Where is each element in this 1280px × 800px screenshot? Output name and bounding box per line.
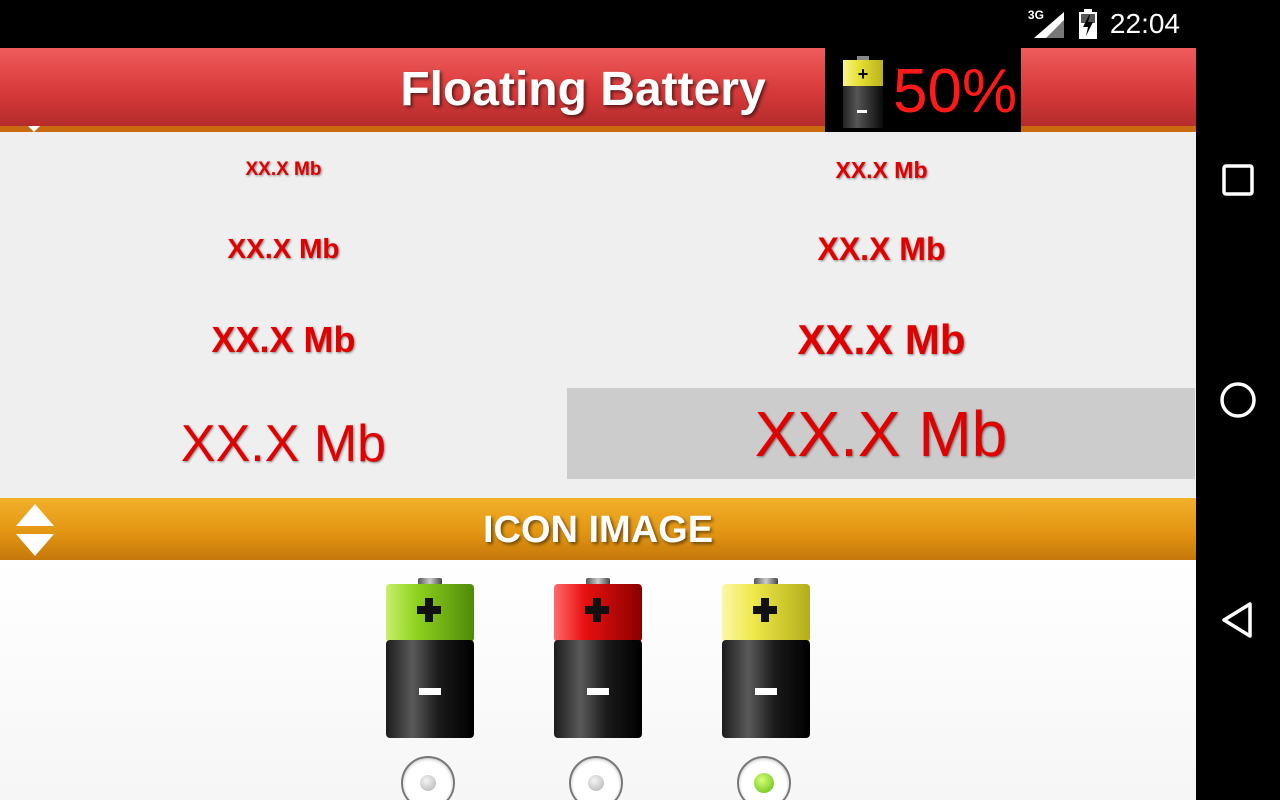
text-size-label: XX.X Mb xyxy=(211,319,356,360)
status-bar: 3G 22:04 xyxy=(0,0,1280,48)
app-screen: Floating Battery + 50% XX.X Mb XX.X Mb X… xyxy=(0,48,1196,800)
signal-icon: 3G xyxy=(1028,8,1066,40)
text-size-label: XX.X Mb xyxy=(817,230,946,267)
section-title: ICON IMAGE xyxy=(482,509,714,551)
radio-button-red[interactable] xyxy=(569,756,623,800)
status-icons: 3G 22:04 xyxy=(1028,8,1180,40)
battery-percent-text: 50% xyxy=(893,57,1018,126)
text-size-option[interactable]: XX.X Mb xyxy=(567,132,1196,208)
clock: 22:04 xyxy=(1109,8,1180,39)
text-size-label: XX.X Mb xyxy=(835,156,928,183)
text-size-option[interactable]: XX.X Mb xyxy=(0,208,567,290)
home-icon[interactable] xyxy=(1216,378,1260,422)
text-size-label: XX.X Mb xyxy=(180,415,387,473)
battery-charging-icon xyxy=(1078,9,1098,39)
battery-preview-widget[interactable]: + 50% xyxy=(825,48,1021,135)
icon-image-section-header[interactable]: ICON IMAGE xyxy=(0,498,1196,560)
radio-button-yellow[interactable] xyxy=(737,756,791,800)
text-size-option-selected[interactable]: XX.X Mb xyxy=(567,388,1195,479)
icon-option-green[interactable] xyxy=(375,578,485,800)
icon-option-yellow[interactable] xyxy=(711,578,821,800)
icon-image-chooser xyxy=(0,560,1196,800)
text-size-option[interactable]: XX.X Mb xyxy=(0,290,567,390)
radio-button-green[interactable] xyxy=(401,756,455,800)
text-size-label: XX.X Mb xyxy=(245,159,322,180)
battery-red-icon xyxy=(554,578,642,738)
text-size-label: XX.X Mb xyxy=(754,397,1008,470)
text-size-option[interactable]: XX.X Mb xyxy=(567,290,1196,390)
navigation-bar xyxy=(1196,48,1280,800)
recents-icon[interactable] xyxy=(1216,158,1260,202)
text-size-options: XX.X Mb XX.X Mb XX.X Mb XX.X Mb XX.X Mb … xyxy=(0,132,1196,498)
icon-option-red[interactable] xyxy=(543,578,653,800)
text-size-option[interactable]: XX.X Mb xyxy=(0,132,567,208)
text-size-option[interactable]: XX.X Mb xyxy=(567,208,1196,290)
svg-text:+: + xyxy=(858,64,869,84)
battery-yellow-icon: + xyxy=(843,56,883,128)
text-size-label: XX.X Mb xyxy=(227,233,340,264)
battery-green-icon xyxy=(386,578,474,738)
text-size-option[interactable]: XX.X Mb xyxy=(0,390,567,498)
battery-yellow-icon xyxy=(722,578,810,738)
back-icon[interactable] xyxy=(1216,598,1260,642)
text-size-label: XX.X Mb xyxy=(797,316,966,363)
